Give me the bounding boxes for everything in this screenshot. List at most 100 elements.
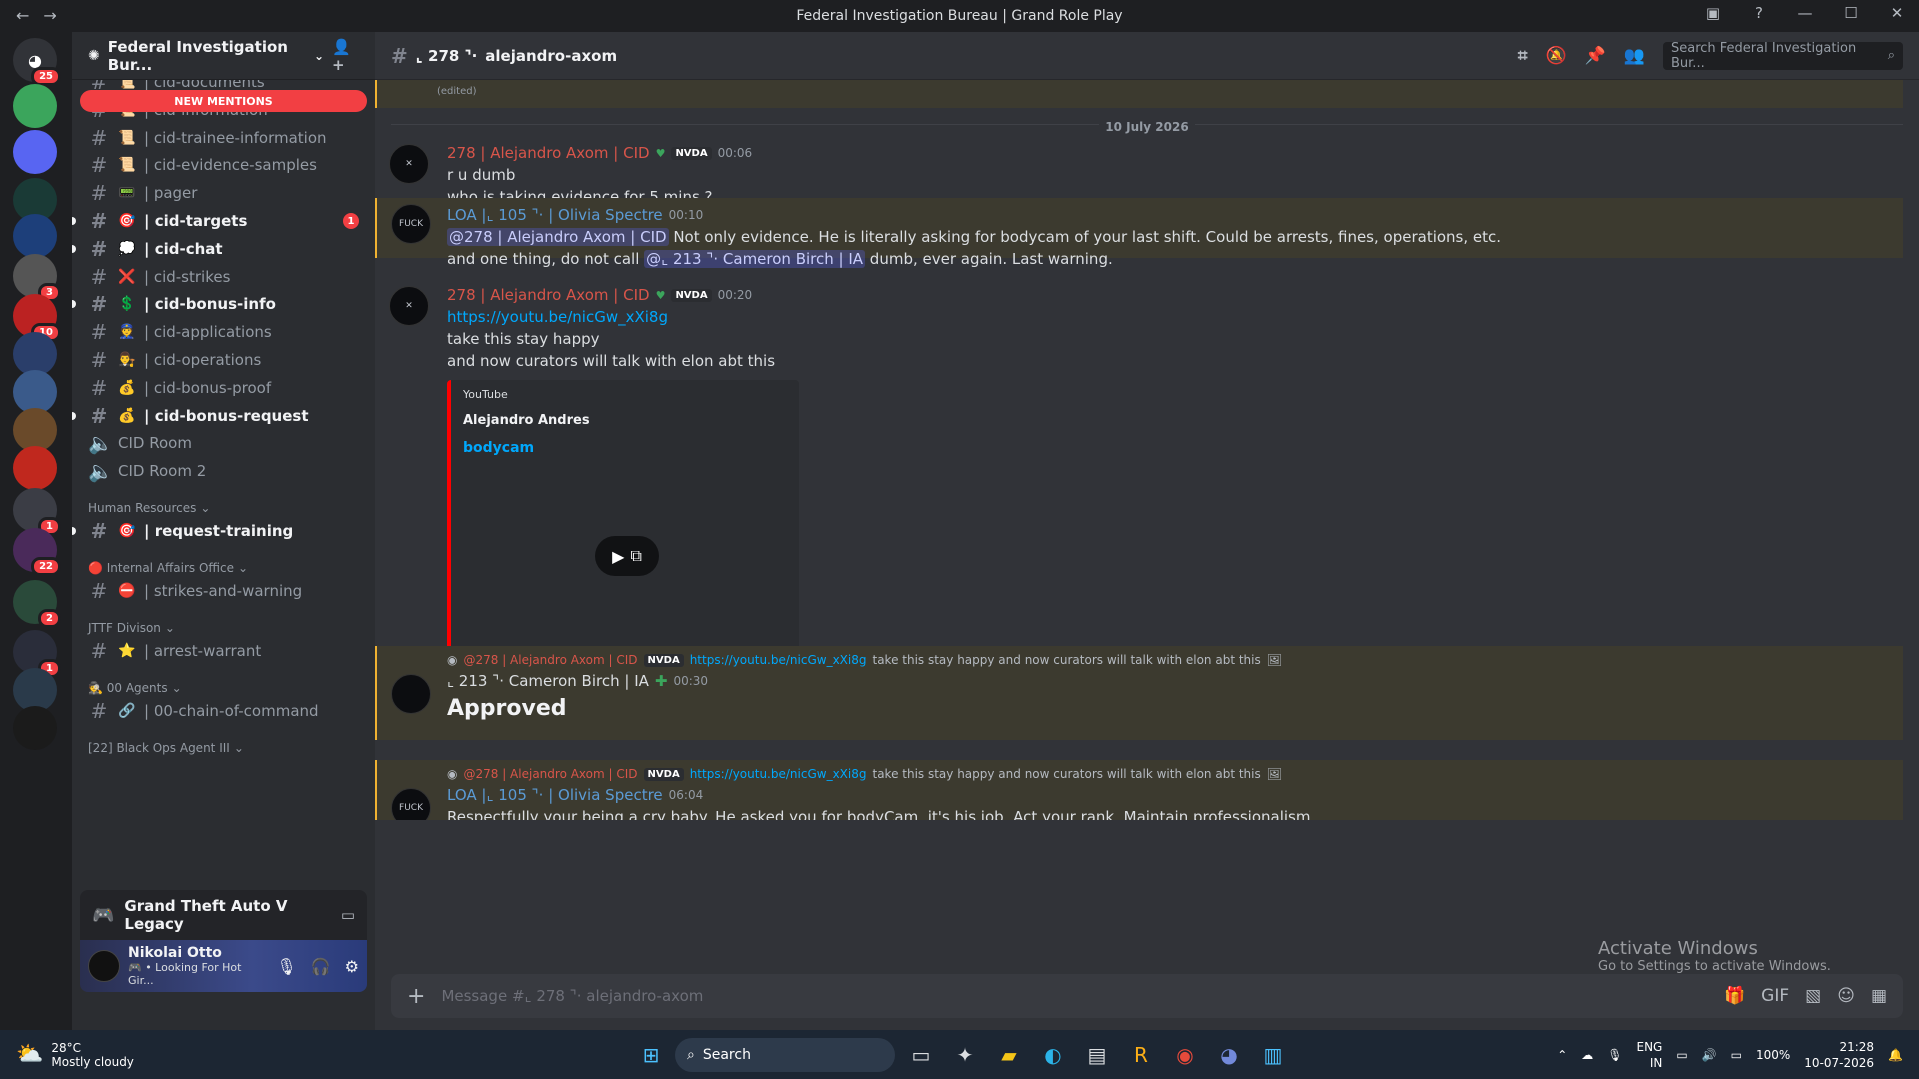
server-icon[interactable] [13, 130, 57, 174]
inbox-icon[interactable]: ▣ [1701, 4, 1725, 22]
server-icon[interactable] [13, 706, 57, 750]
channel-item[interactable]: 🔈 CID Room 2 [80, 455, 367, 487]
channel-label: | cid-bonus-request [144, 406, 309, 425]
channel-item[interactable]: # ⛔ | strikes-and-warning [80, 575, 367, 607]
invite-people-icon[interactable]: 👤+ [332, 38, 359, 74]
author-name[interactable]: ⌞ 213 ⌝· Cameron Birch | IA [447, 672, 649, 690]
author-name[interactable]: LOA |⌞ 105 ⌝· | Olivia Spectre [447, 206, 663, 224]
channel-item[interactable]: # ⭐ | arrest-warrant [80, 635, 367, 667]
channel-emoji-icon: 📟 [118, 185, 136, 202]
gift-icon[interactable]: 🎁 [1724, 986, 1745, 1006]
discord-icon[interactable]: ◕ [1213, 1039, 1245, 1071]
network-icon[interactable]: ☁ [1581, 1048, 1593, 1062]
weather-widget[interactable]: ⛅ 28°C Mostly cloudy [16, 1041, 134, 1069]
message-header: 278 | Alejandro Axom | CID ♥ NVDA 00:06 [447, 142, 1903, 164]
avatar[interactable]: FUCK [391, 788, 431, 820]
channel-label: | cid-strikes [144, 267, 231, 286]
video-play-button[interactable]: ▶ ⧉ [595, 536, 659, 576]
stream-icon[interactable]: ▭ [341, 906, 355, 924]
avatar[interactable] [88, 950, 120, 982]
category-header[interactable]: [22] Black Ops Agent III ⌄ [88, 741, 244, 755]
embed-provider[interactable]: YouTube [463, 388, 787, 401]
reply-preview[interactable]: ◉ @278 | Alejandro Axom | CID NVDA https… [447, 764, 1903, 784]
embed-author[interactable]: Alejandro Andres [463, 413, 787, 428]
member-list-icon[interactable]: 👥 [1624, 46, 1645, 66]
taskbar-search[interactable]: ⌕ Search [675, 1037, 895, 1072]
discord-logo-icon[interactable]: ◕ 25 [13, 38, 61, 86]
maximize-icon[interactable]: ☐ [1839, 4, 1863, 22]
task-view-icon[interactable]: ▭ [905, 1039, 937, 1071]
minimize-icon[interactable]: — [1793, 4, 1817, 22]
copilot-icon[interactable]: ✦ [949, 1039, 981, 1071]
channel-emoji-icon: 📜 [118, 129, 136, 146]
user-mention[interactable]: @278 | Alejandro Axom | CID [447, 228, 669, 246]
back-arrow-icon[interactable]: ← [16, 6, 29, 25]
channel-item[interactable]: # 💰 | cid-bonus-proof [80, 372, 367, 404]
microphone-icon[interactable]: 🎙 [1607, 1048, 1622, 1062]
message-link[interactable]: https://youtu.be/nicGw_xXi8g [447, 306, 1903, 328]
settings-gear-icon[interactable]: ⚙ [345, 957, 359, 976]
guild-badge: 22 [31, 557, 61, 576]
badge-icon[interactable] [13, 214, 57, 258]
new-mentions-bar[interactable]: NEW MENTIONS [80, 90, 367, 112]
category-header[interactable]: 🕵️ 00 Agents ⌄ [88, 681, 182, 695]
embed-title[interactable]: bodycam [463, 440, 787, 456]
author-name[interactable]: 278 | Alejandro Axom | CID [447, 286, 650, 304]
battery-icon[interactable]: ▭ [1731, 1048, 1742, 1062]
help-icon[interactable]: ? [1747, 4, 1771, 22]
user-info[interactable]: Nikolai Otto 🎮 • Looking For Hot Gir... [128, 945, 268, 987]
message-input[interactable]: Message #⌞ 278 ⌝· alejandro-axom [441, 987, 1708, 1005]
threads-icon[interactable]: ⌗ [1518, 46, 1528, 66]
pin-icon[interactable]: 📌 [1585, 46, 1606, 66]
display-icon[interactable]: ▭ [1676, 1048, 1687, 1062]
notification-bell-icon[interactable]: 🔔 [1888, 1048, 1903, 1062]
channel-item[interactable]: # 🎯 | request-training [72, 515, 367, 547]
user-mention[interactable]: @⌞ 213 ⌝· Cameron Birch | IA [644, 250, 866, 268]
speaker-icon: 🔈 [88, 459, 113, 484]
notepad-icon[interactable]: ▥ [1257, 1039, 1289, 1071]
apps-icon[interactable]: ▦ [1871, 986, 1887, 1006]
rockstar-icon[interactable]: R [1125, 1039, 1157, 1071]
emoji-icon[interactable]: ☺ [1837, 986, 1855, 1006]
category-header[interactable]: 🔴 Internal Affairs Office ⌄ [88, 561, 248, 575]
sticker-icon[interactable]: ▧ [1805, 986, 1821, 1006]
message-header: LOA |⌞ 105 ⌝· | Olivia Spectre 06:04 [447, 784, 1903, 806]
server-icon[interactable]: 3 [13, 254, 61, 302]
file-explorer-icon[interactable]: ▰ [993, 1039, 1025, 1071]
channel-item[interactable]: # 💭 | cid-chat [72, 233, 367, 265]
close-icon[interactable]: ✕ [1885, 4, 1909, 22]
avatar[interactable]: FUCK [391, 204, 431, 244]
language-indicator[interactable]: ENG IN [1636, 1039, 1662, 1071]
chrome-icon[interactable]: ◉ [1169, 1039, 1201, 1071]
avatar[interactable]: ✕ [389, 286, 429, 326]
clock[interactable]: 21:28 10-07-2026 [1804, 1039, 1874, 1071]
server-icon[interactable] [13, 84, 57, 128]
forward-arrow-icon[interactable]: → [43, 6, 56, 25]
edge-icon[interactable]: ◐ [1037, 1039, 1069, 1071]
avatar[interactable]: ✕ [389, 144, 429, 184]
volume-icon[interactable]: 🔊 [1702, 1048, 1717, 1062]
folder-icon[interactable]: 2 [13, 580, 61, 628]
category-header[interactable]: Human Resources ⌄ [88, 501, 210, 515]
search-input[interactable]: Search Federal Investigation Bur... ⌕ [1663, 41, 1903, 71]
channel-item[interactable]: # 🔗 | 00-chain-of-command [80, 695, 367, 727]
gif-icon[interactable]: GIF [1761, 986, 1789, 1006]
headphones-icon[interactable]: 🎧 [311, 957, 331, 976]
server-header[interactable]: ✺ Federal Investigation Bur... ⌄ 👤+ [72, 32, 375, 80]
chevron-up-icon[interactable]: ⌃ [1557, 1048, 1567, 1062]
system-tray: ⌃ ☁ 🎙 ENG IN ▭ 🔊 ▭ 100% 21:28 10-07-2026… [1557, 1039, 1903, 1071]
category-header[interactable]: JTTF Divison ⌄ [88, 621, 175, 635]
attach-plus-icon[interactable]: + [407, 984, 425, 1009]
folder-icon[interactable]: 1 [13, 488, 61, 536]
activity-panel: 🎮 Grand Theft Auto V Legacy ▭ [80, 890, 367, 940]
microphone-icon[interactable]: 🎙 [276, 957, 296, 976]
store-icon[interactable]: ▤ [1081, 1039, 1113, 1071]
author-name[interactable]: 278 | Alejandro Axom | CID [447, 144, 650, 162]
reply-preview[interactable]: ◉ @278 | Alejandro Axom | CID NVDA https… [447, 650, 1903, 670]
windows-start-icon[interactable]: ⊞ [635, 1039, 667, 1071]
folder-icon[interactable]: 22 [13, 528, 61, 576]
server-icon[interactable] [13, 446, 57, 490]
author-name[interactable]: LOA |⌞ 105 ⌝· | Olivia Spectre [447, 786, 663, 804]
mute-bell-icon[interactable]: 🔕 [1545, 46, 1566, 66]
avatar[interactable] [391, 674, 431, 714]
